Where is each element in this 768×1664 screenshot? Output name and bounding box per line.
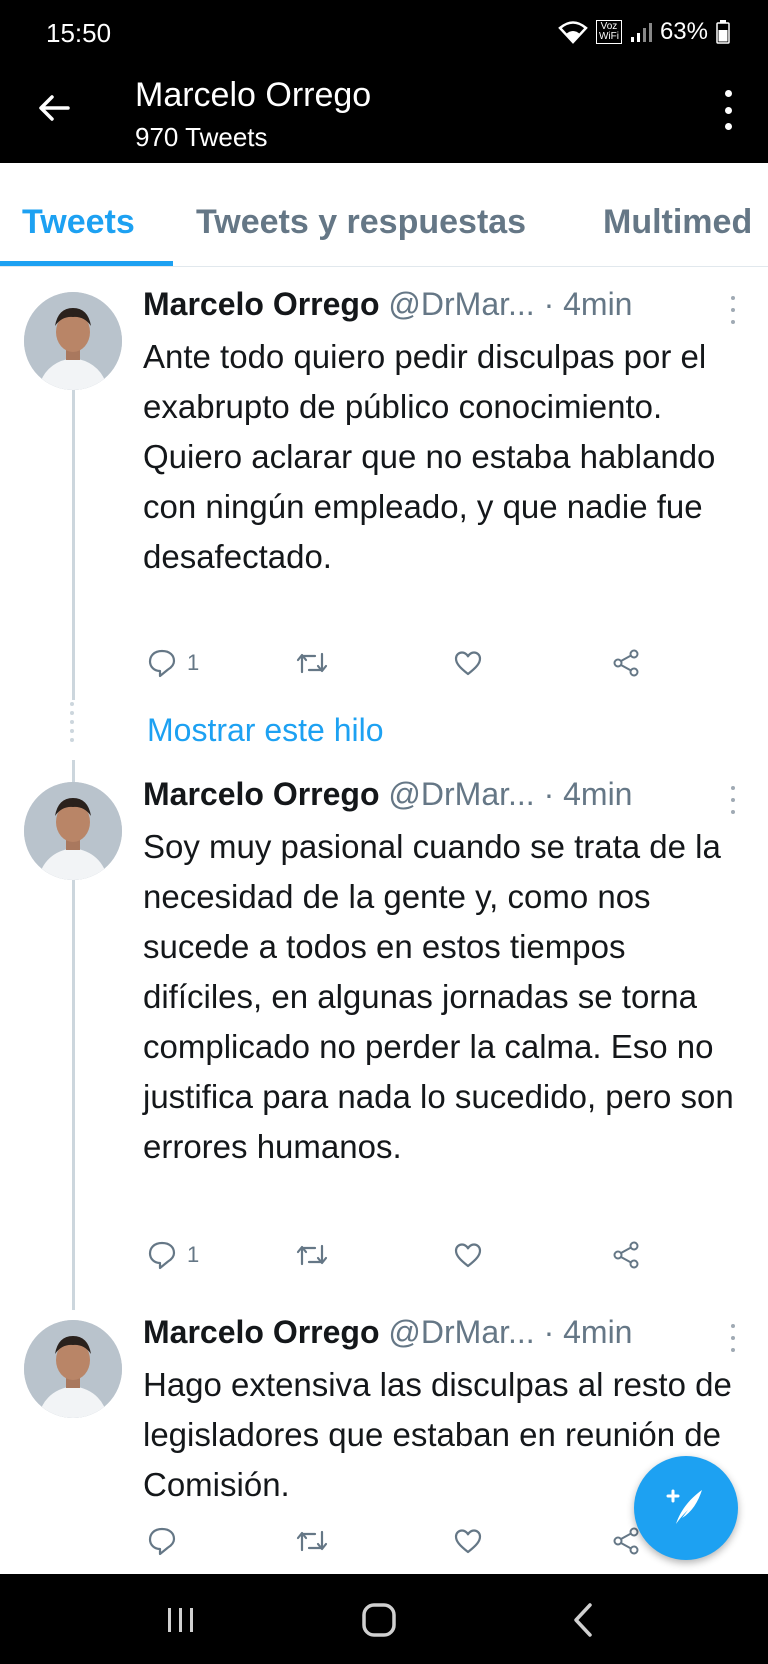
share-icon [611, 1526, 641, 1556]
share-icon [611, 1240, 641, 1270]
arrow-left-icon[interactable] [34, 88, 74, 128]
tweet-timestamp: · 4min [543, 286, 633, 322]
reply-count: 1 [187, 1242, 200, 1267]
wifi-icon [558, 20, 588, 44]
home-icon[interactable] [361, 1602, 397, 1643]
share-button[interactable] [611, 648, 641, 678]
reply-button[interactable]: 1 [147, 1240, 199, 1270]
tweet-text: Soy muy pasional cuando se trata de la n… [143, 828, 734, 1165]
system-navigation-bar [0, 1574, 768, 1664]
tweet-actions: 1 [143, 1240, 643, 1280]
tweet-author-handle[interactable]: @DrMar... [388, 776, 534, 812]
tab-tweets-y-respuestas[interactable]: Tweets y respuestas [196, 203, 526, 242]
profile-tabs: Tweets Tweets y respuestas Multimed [0, 163, 768, 267]
reply-count: 1 [187, 650, 200, 675]
heart-icon [453, 1240, 483, 1270]
tweet-text: Ante todo quiero pedir disculpas por el … [143, 338, 716, 575]
tweet-header: Marcelo Orrego @DrMar... · 4min [143, 286, 632, 323]
tweet-author-name[interactable]: Marcelo Orrego [143, 776, 380, 812]
avatar[interactable] [24, 292, 122, 390]
tweet-header: Marcelo Orrego @DrMar... · 4min [143, 1314, 632, 1351]
retweet-button[interactable] [295, 648, 329, 678]
profile-header: Marcelo Orrego 970 Tweets [0, 62, 768, 163]
tweet-header: Marcelo Orrego @DrMar... · 4min [143, 776, 632, 813]
retweet-button[interactable] [295, 1240, 329, 1270]
tweet-menu-icon[interactable] [726, 296, 740, 324]
more-vertical-icon[interactable] [718, 90, 738, 130]
like-button[interactable] [453, 1526, 483, 1556]
tweet-menu-icon[interactable] [726, 1324, 740, 1352]
battery-icon [716, 20, 730, 44]
tweet-author-name[interactable]: Marcelo Orrego [143, 1314, 380, 1350]
tab-tweets[interactable]: Tweets [22, 203, 135, 242]
tweet-author-handle[interactable]: @DrMar... [388, 286, 534, 322]
heart-icon [453, 1526, 483, 1556]
tweet-author-name[interactable]: Marcelo Orrego [143, 286, 380, 322]
signal-icon [630, 21, 652, 43]
tweet-timestamp: · 4min [543, 776, 633, 812]
back-nav-icon[interactable] [572, 1602, 594, 1643]
tab-multimedia[interactable]: Multimed [603, 203, 752, 242]
comment-icon [147, 648, 177, 678]
tweet-actions [143, 1526, 643, 1566]
like-button[interactable] [453, 1240, 483, 1270]
recent-apps-icon[interactable] [166, 1606, 196, 1639]
retweet-icon [295, 648, 329, 678]
tweet-menu-icon[interactable] [726, 786, 740, 814]
comment-icon [147, 1526, 177, 1556]
voz-wifi-icon: Voz WiFi [595, 20, 622, 44]
tweet-count: 970 Tweets [135, 122, 268, 152]
compose-tweet-button[interactable] [634, 1456, 738, 1560]
tweet-timestamp: · 4min [543, 1314, 633, 1350]
thread-gap-dots [70, 702, 76, 742]
share-button[interactable] [611, 1240, 641, 1270]
tweet-actions: 1 [143, 648, 643, 688]
heart-icon [453, 648, 483, 678]
reply-button[interactable]: 1 [147, 648, 199, 678]
like-button[interactable] [453, 648, 483, 678]
avatar[interactable] [24, 782, 122, 880]
retweet-button[interactable] [295, 1526, 329, 1556]
compose-tweet-icon [662, 1482, 710, 1535]
show-thread-link[interactable]: Mostrar este hilo [147, 712, 384, 749]
tweet-author-handle[interactable]: @DrMar... [388, 1314, 534, 1350]
avatar[interactable] [24, 1320, 122, 1418]
status-bar: 15:50 Voz WiFi 63% [0, 0, 768, 62]
battery-percent: 63% [659, 18, 708, 45]
status-icons: Voz WiFi 63% [558, 18, 730, 46]
retweet-icon [295, 1526, 329, 1556]
share-button[interactable] [611, 1526, 641, 1556]
retweet-icon [295, 1240, 329, 1270]
share-icon [611, 648, 641, 678]
status-time: 15:50 [46, 18, 112, 48]
active-tab-indicator [0, 261, 173, 266]
page-title: Marcelo Orrego [135, 76, 372, 114]
reply-button[interactable] [147, 1526, 187, 1556]
comment-icon [147, 1240, 177, 1270]
thread-line [72, 390, 75, 700]
